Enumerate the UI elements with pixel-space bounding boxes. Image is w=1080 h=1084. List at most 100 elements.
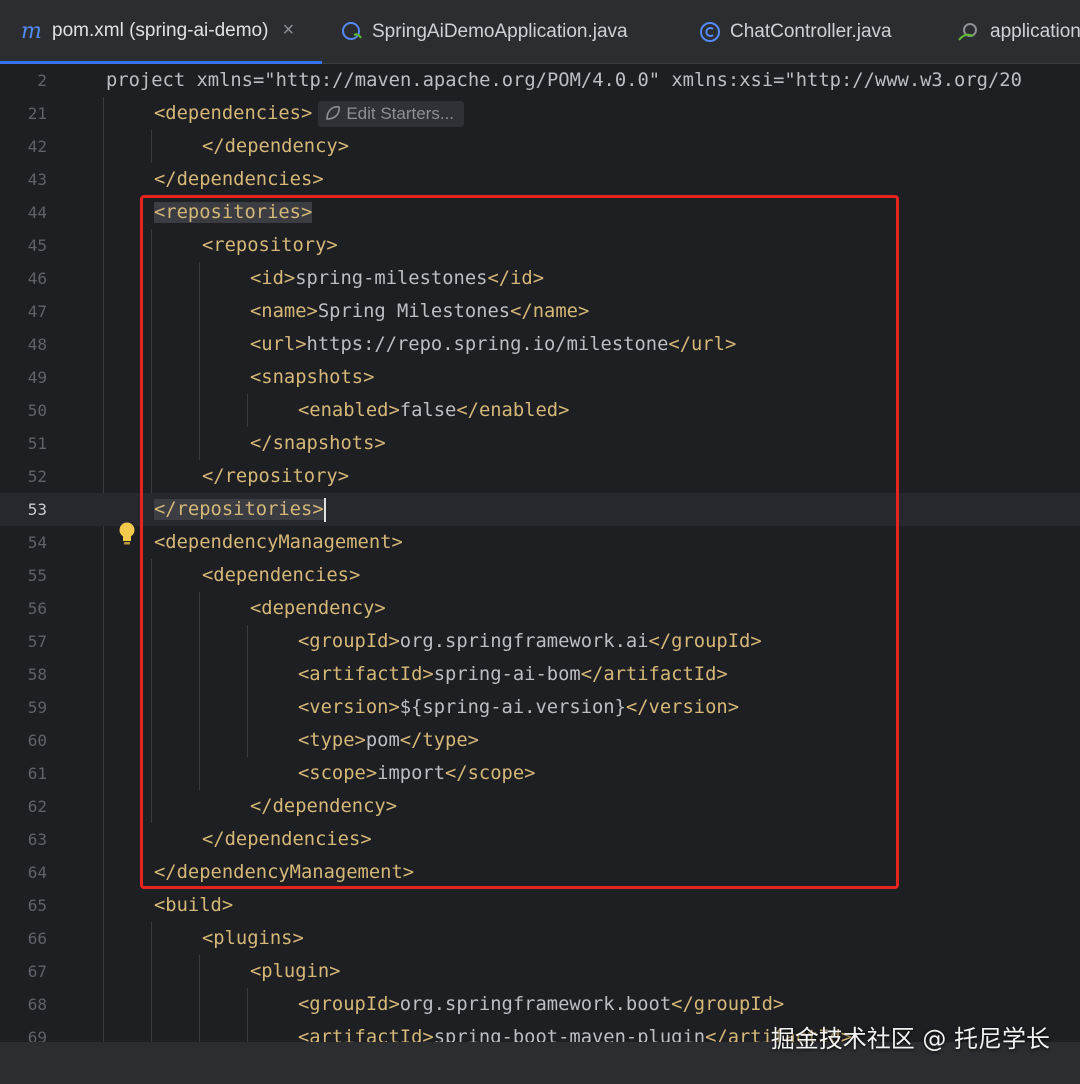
code-text[interactable]: <artifactId>spring-boot-maven-plugin</ar… xyxy=(298,1021,852,1042)
code-text[interactable]: <snapshots> xyxy=(250,361,374,394)
tab-label: application xyxy=(990,21,1080,42)
line-number: 48 xyxy=(27,335,47,354)
tab-chatcontroller[interactable]: ChatController.java xyxy=(698,0,892,64)
line-number: 46 xyxy=(27,269,47,288)
line-number: 44 xyxy=(27,203,47,222)
code-text[interactable]: </dependency> xyxy=(202,130,349,163)
tab-springaidemoapplication[interactable]: SpringAiDemoApplication.java xyxy=(340,0,628,64)
text-caret xyxy=(323,497,326,522)
line-number: 58 xyxy=(27,665,47,684)
line-number: 68 xyxy=(27,995,47,1014)
code-line[interactable]: 49 <snapshots> xyxy=(0,361,1080,394)
code-text[interactable]: </dependency> xyxy=(250,790,397,823)
code-line[interactable]: 59 <version>${spring-ai.version}</version… xyxy=(0,691,1080,724)
code-line[interactable]: 65 <build> xyxy=(0,889,1080,922)
code-text[interactable]: </dependencies> xyxy=(202,823,372,856)
spring-leaf-icon xyxy=(326,105,341,120)
code-text[interactable]: <enabled>false</enabled> xyxy=(298,394,569,427)
line-number: 2 xyxy=(37,71,47,90)
code-text[interactable]: project xmlns="http://maven.apache.org/P… xyxy=(106,64,1022,97)
watermark: 掘金技术社区 @ 托尼学长 xyxy=(770,1025,1050,1053)
code-line[interactable]: 63 </dependencies> xyxy=(0,823,1080,856)
code-line[interactable]: 62 </dependency> xyxy=(0,790,1080,823)
code-text[interactable]: <repository> xyxy=(202,229,338,262)
code-text[interactable]: <plugins> xyxy=(202,922,304,955)
lightbulb-icon[interactable] xyxy=(117,521,137,551)
code-line[interactable]: 21 <dependencies> Edit Starters... xyxy=(0,97,1080,130)
code-text[interactable]: <name>Spring Milestones</name> xyxy=(250,295,589,328)
code-text[interactable]: <dependencies> xyxy=(202,559,360,592)
tab-label: SpringAiDemoApplication.java xyxy=(372,21,628,42)
code-line[interactable]: 48 <url>https://repo.spring.io/milestone<… xyxy=(0,328,1080,361)
editor-tab-bar: m pom.xml (spring-ai-demo) × SpringAiDem… xyxy=(0,0,1080,64)
close-tab-icon[interactable]: × xyxy=(282,19,294,42)
line-number: 47 xyxy=(27,302,47,321)
code-text[interactable]: <type>pom</type> xyxy=(298,724,479,757)
code-line[interactable]: 55 <dependencies> xyxy=(0,559,1080,592)
line-number: 49 xyxy=(27,368,47,387)
code-line[interactable]: 57 <groupId>org.springframework.ai</group… xyxy=(0,625,1080,658)
line-number: 21 xyxy=(27,104,47,123)
code-line[interactable]: 54 <dependencyManagement> xyxy=(0,526,1080,559)
line-number: 53 xyxy=(27,500,47,519)
code-line[interactable]: 68 <groupId>org.springframework.boot</gro… xyxy=(0,988,1080,1021)
code-text[interactable]: <dependency> xyxy=(250,592,386,625)
code-line[interactable]: 60 <type>pom</type> xyxy=(0,724,1080,757)
line-number: 56 xyxy=(27,599,47,618)
tab-pom-xml[interactable]: m pom.xml (spring-ai-demo) × xyxy=(0,0,322,64)
code-text[interactable]: <version>${spring-ai.version}</version> xyxy=(298,691,739,724)
code-text[interactable]: </snapshots> xyxy=(250,427,386,460)
svg-text:m: m xyxy=(21,19,42,43)
code-text[interactable]: <build> xyxy=(154,889,233,922)
code-text[interactable]: <groupId>org.springframework.boot</group… xyxy=(298,988,784,1021)
line-number: 54 xyxy=(27,533,47,552)
tab-application[interactable]: application xyxy=(956,0,1080,64)
code-text[interactable]: </repository> xyxy=(202,460,349,493)
line-number: 52 xyxy=(27,467,47,486)
code-line[interactable]: 53 </repositories> xyxy=(0,493,1080,526)
code-line[interactable]: 42 </dependency> xyxy=(0,130,1080,163)
code-line[interactable]: 67 <plugin> xyxy=(0,955,1080,988)
code-line[interactable]: 64 </dependencyManagement> xyxy=(0,856,1080,889)
code-text[interactable]: <repositories> xyxy=(154,196,313,229)
code-line[interactable]: 61 <scope>import</scope> xyxy=(0,757,1080,790)
code-line[interactable]: 47 <name>Spring Milestones</name> xyxy=(0,295,1080,328)
code-line[interactable]: 66 <plugins> xyxy=(0,922,1080,955)
edit-starters-inlay[interactable]: Edit Starters... xyxy=(318,100,465,127)
line-number: 43 xyxy=(27,170,47,189)
code-text[interactable]: <url>https://repo.spring.io/milestone</u… xyxy=(250,328,736,361)
code-editor[interactable]: 2 project xmlns="http://maven.apache.org/… xyxy=(0,64,1080,1042)
code-text[interactable]: <artifactId>spring-ai-bom</artifactId> xyxy=(298,658,728,691)
code-line[interactable]: 51 </snapshots> xyxy=(0,427,1080,460)
code-line[interactable]: 44 <repositories> xyxy=(0,196,1080,229)
line-number: 50 xyxy=(27,401,47,420)
code-line[interactable]: 52 </repository> xyxy=(0,460,1080,493)
code-text[interactable]: <id>spring-milestones</id> xyxy=(250,262,544,295)
code-line[interactable]: 50 <enabled>false</enabled> xyxy=(0,394,1080,427)
code-line[interactable]: 43 </dependencies> xyxy=(0,163,1080,196)
spring-boot-class-icon xyxy=(340,20,364,44)
code-line[interactable]: 58 <artifactId>spring-ai-bom</artifactId> xyxy=(0,658,1080,691)
code-text[interactable]: <dependencies> Edit Starters... xyxy=(154,97,465,130)
line-number: 69 xyxy=(27,1028,47,1042)
line-number: 45 xyxy=(27,236,47,255)
code-line[interactable]: 46 <id>spring-milestones</id> xyxy=(0,262,1080,295)
code-text[interactable]: <scope>import</scope> xyxy=(298,757,535,790)
line-number: 59 xyxy=(27,698,47,717)
code-text[interactable]: <plugin> xyxy=(250,955,340,988)
line-number: 57 xyxy=(27,632,47,651)
code-text[interactable]: <groupId>org.springframework.ai</groupId… xyxy=(298,625,762,658)
code-text[interactable]: </repositories> xyxy=(154,493,326,526)
line-number: 62 xyxy=(27,797,47,816)
spring-config-icon xyxy=(956,20,982,44)
line-number: 66 xyxy=(27,929,47,948)
code-text[interactable]: </dependencyManagement> xyxy=(154,856,414,889)
code-text[interactable]: </dependencies> xyxy=(154,163,324,196)
code-text[interactable]: <dependencyManagement> xyxy=(154,526,403,559)
code-line[interactable]: 2 project xmlns="http://maven.apache.org/… xyxy=(0,64,1080,97)
line-number: 60 xyxy=(27,731,47,750)
line-number: 55 xyxy=(27,566,47,585)
tab-label: ChatController.java xyxy=(730,21,892,42)
code-line[interactable]: 45 <repository> xyxy=(0,229,1080,262)
code-line[interactable]: 56 <dependency> xyxy=(0,592,1080,625)
